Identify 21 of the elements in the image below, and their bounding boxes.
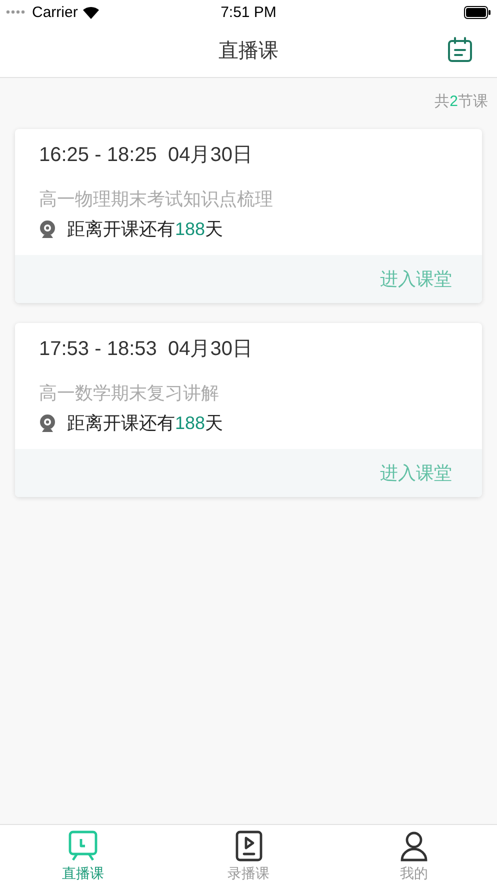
- countdown-text: 距离开课还有188天: [67, 218, 224, 241]
- carrier-label: Carrier: [32, 4, 78, 20]
- page-title: 直播课: [218, 39, 278, 64]
- tab-item[interactable]: 直播课: [0, 825, 166, 883]
- tab-item[interactable]: 我的: [331, 825, 497, 883]
- lesson-count: 共2节课: [434, 92, 488, 112]
- calendar-icon[interactable]: [447, 37, 473, 63]
- class-time: 17:53 - 18:53 04月30日: [39, 337, 254, 362]
- blackboard-icon: [68, 830, 98, 862]
- countdown-text: 距离开课还有188天: [67, 412, 224, 435]
- wifi-icon: [82, 6, 100, 18]
- clock-time: 7:51 PM: [220, 4, 276, 20]
- class-time: 16:25 - 18:25 04月30日: [39, 143, 254, 168]
- class-title: 高一物理期末考试知识点梳理: [39, 188, 274, 211]
- class-title: 高一数学期末复习讲解: [39, 382, 220, 405]
- person-icon: [400, 830, 428, 862]
- play-icon: [234, 830, 262, 862]
- webcam-icon: [39, 414, 56, 432]
- webcam-icon: [39, 220, 56, 238]
- tab-item[interactable]: 录播课: [166, 825, 332, 883]
- battery-icon: [464, 6, 491, 18]
